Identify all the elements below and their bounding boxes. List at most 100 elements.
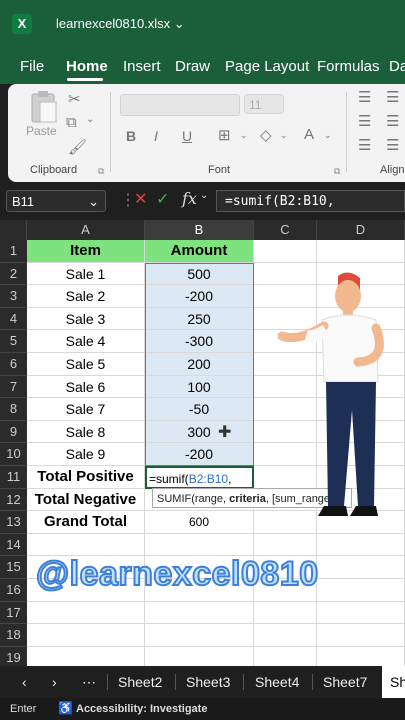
chevron-down-icon[interactable]: ⌄ xyxy=(280,130,288,141)
empty-cell[interactable] xyxy=(254,240,317,263)
empty-cell[interactable] xyxy=(27,533,145,557)
accessibility-status[interactable]: Accessibility: Investigate xyxy=(76,703,207,715)
scroll-left-icon[interactable]: ‹ xyxy=(22,674,27,690)
empty-cell[interactable] xyxy=(27,624,145,647)
chevron-down-icon[interactable]: ⌄ xyxy=(86,114,94,125)
empty-cell[interactable] xyxy=(145,624,254,647)
row-header[interactable]: 12 xyxy=(0,488,27,512)
item-cell[interactable]: Sale 6 xyxy=(27,375,145,399)
cut-icon[interactable]: ✂ xyxy=(68,90,81,108)
row-header[interactable]: 15 xyxy=(0,556,27,579)
copy-icon[interactable]: ⧉ xyxy=(66,114,77,131)
cancel-icon[interactable]: ✕ xyxy=(134,189,147,209)
amount-cell[interactable]: -200 xyxy=(145,285,254,308)
empty-cell[interactable] xyxy=(317,533,405,557)
dialog-launcher-icon[interactable]: ⧉ xyxy=(98,166,104,177)
column-header-b[interactable]: B xyxy=(145,220,254,240)
scroll-right-icon[interactable]: › xyxy=(52,674,57,690)
align-left-icon[interactable]: ☰ xyxy=(358,112,371,130)
amount-cell[interactable]: 300 xyxy=(145,420,254,444)
empty-cell[interactable] xyxy=(27,601,145,625)
file-name[interactable]: learnexcel0810.xlsx ⌄ xyxy=(56,16,185,32)
empty-cell[interactable] xyxy=(254,601,317,625)
item-cell[interactable]: Sale 1 xyxy=(27,262,145,286)
italic-button[interactable]: I xyxy=(154,128,158,144)
insert-function-button[interactable]: fx xyxy=(182,189,197,208)
row-header[interactable]: 10 xyxy=(0,443,27,466)
empty-cell[interactable] xyxy=(145,533,254,557)
row-header[interactable]: 16 xyxy=(0,579,27,602)
chevron-down-icon[interactable]: ⌄ xyxy=(324,130,332,141)
grand-total-value[interactable]: 600 xyxy=(145,511,254,534)
sheet-tab-active[interactable]: Sh xyxy=(382,666,405,698)
tab-draw[interactable]: Draw xyxy=(175,58,210,75)
row-header[interactable]: 8 xyxy=(0,398,27,421)
empty-cell[interactable] xyxy=(254,533,317,557)
sheet-tab-sheet3[interactable]: Sheet3 xyxy=(186,674,230,690)
row-header[interactable]: 9 xyxy=(0,420,27,444)
empty-cell[interactable] xyxy=(254,624,317,647)
tab-data[interactable]: Da xyxy=(389,58,405,75)
format-painter-icon[interactable]: 🖌 xyxy=(68,138,87,156)
row-header[interactable]: 14 xyxy=(0,533,27,557)
increase-indent-icon[interactable]: ☰ xyxy=(386,136,399,154)
item-cell[interactable]: Sale 4 xyxy=(27,330,145,353)
chevron-down-icon[interactable]: ⌄ xyxy=(240,130,248,141)
enter-check-icon[interactable]: ✓ xyxy=(156,189,169,209)
row-header[interactable]: 18 xyxy=(0,624,27,647)
row-header[interactable]: 4 xyxy=(0,307,27,331)
total-positive-label[interactable]: Total Positive xyxy=(27,466,145,489)
item-cell[interactable]: Sale 5 xyxy=(27,353,145,376)
name-box[interactable]: B11 ⌄ xyxy=(6,190,106,212)
empty-cell[interactable] xyxy=(145,601,254,625)
amount-cell[interactable]: 200 xyxy=(145,353,254,376)
font-name-dropdown[interactable] xyxy=(120,94,240,116)
amount-cell[interactable]: -200 xyxy=(145,443,254,466)
more-sheets-icon[interactable]: ⋯ xyxy=(82,674,96,691)
active-edit-cell[interactable]: =sumif(B2:B10, xyxy=(145,466,254,489)
empty-cell[interactable] xyxy=(317,601,405,625)
fill-color-icon[interactable]: ◇ xyxy=(260,126,272,144)
item-cell[interactable]: Sale 3 xyxy=(27,307,145,331)
tab-file[interactable]: File xyxy=(20,58,44,75)
tab-formulas[interactable]: Formulas xyxy=(317,58,380,75)
total-negative-label[interactable]: Total Negative xyxy=(27,488,145,512)
header-cell-amount[interactable]: Amount xyxy=(145,240,254,263)
underline-button[interactable]: U xyxy=(182,128,192,144)
empty-cell[interactable] xyxy=(317,579,405,602)
header-cell-item[interactable]: Item xyxy=(27,240,145,263)
row-header[interactable]: 1 xyxy=(0,240,27,263)
paste-icon[interactable] xyxy=(28,90,60,124)
amount-cell[interactable]: -50 xyxy=(145,398,254,421)
column-header-c[interactable]: C xyxy=(254,220,317,240)
font-color-icon[interactable]: A xyxy=(304,126,314,143)
row-header[interactable]: 6 xyxy=(0,353,27,376)
row-header[interactable]: 3 xyxy=(0,285,27,308)
column-header-a[interactable]: A xyxy=(27,220,145,240)
dialog-launcher-icon[interactable]: ⧉ xyxy=(334,166,340,177)
sheet-tab-sheet2[interactable]: Sheet2 xyxy=(118,674,162,690)
sheet-tab-sheet4[interactable]: Sheet4 xyxy=(255,674,299,690)
middle-align-icon[interactable]: ☰ xyxy=(386,88,399,106)
amount-cell[interactable]: 100 xyxy=(145,375,254,399)
row-header[interactable]: 5 xyxy=(0,330,27,353)
row-header[interactable]: 17 xyxy=(0,601,27,625)
sheet-tab-sheet7[interactable]: Sheet7 xyxy=(323,674,367,690)
bold-button[interactable]: B xyxy=(126,128,136,144)
empty-cell[interactable] xyxy=(317,240,405,263)
row-header[interactable]: 7 xyxy=(0,375,27,399)
tab-page-layout[interactable]: Page Layout xyxy=(225,58,309,75)
decrease-indent-icon[interactable]: ☰ xyxy=(358,136,371,154)
amount-cell[interactable]: 250 xyxy=(145,307,254,331)
row-header[interactable]: 13 xyxy=(0,511,27,534)
tab-home[interactable]: Home xyxy=(66,58,108,75)
item-cell[interactable]: Sale 9 xyxy=(27,443,145,466)
amount-cell[interactable]: -300 xyxy=(145,330,254,353)
column-header-d[interactable]: D xyxy=(317,220,405,240)
item-cell[interactable]: Sale 7 xyxy=(27,398,145,421)
amount-cell[interactable]: 500 xyxy=(145,262,254,286)
tab-insert[interactable]: Insert xyxy=(123,58,161,75)
row-header[interactable]: 2 xyxy=(0,262,27,286)
formula-input[interactable]: =sumif(B2:B10, xyxy=(216,190,405,212)
font-size-dropdown[interactable]: 11 xyxy=(244,94,284,114)
